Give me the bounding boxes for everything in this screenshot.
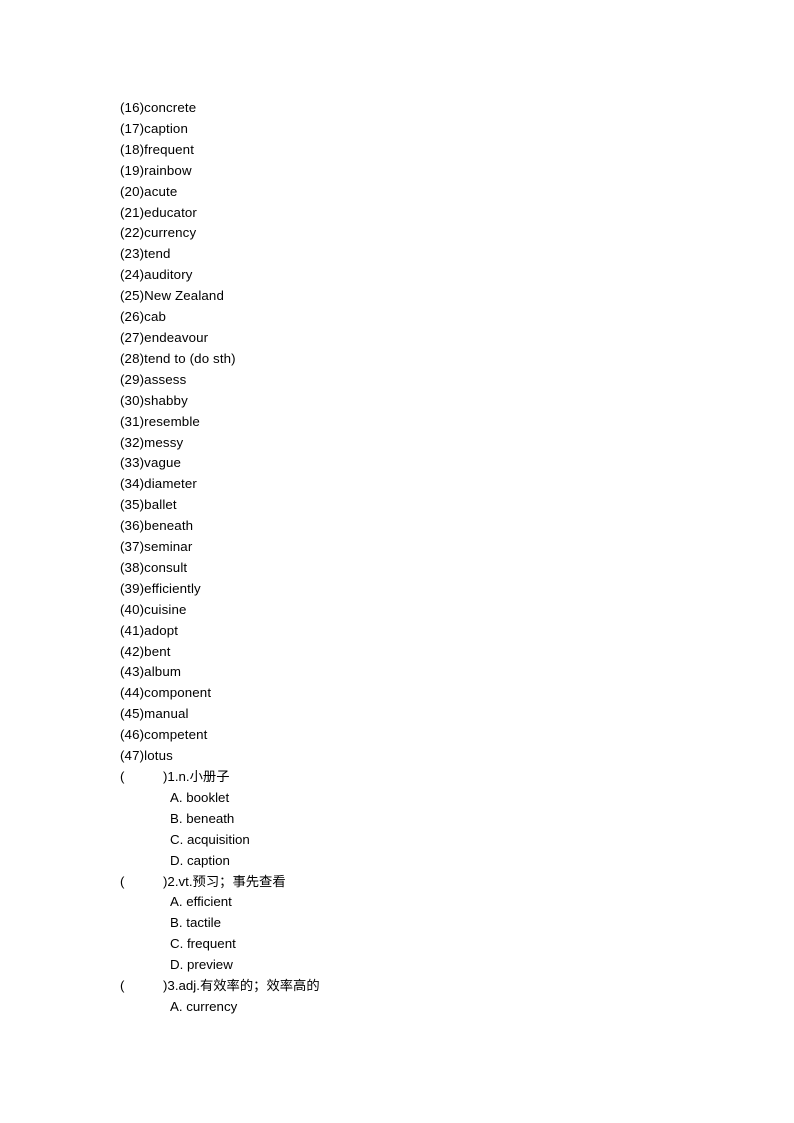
vocabulary-item: (43)album — [120, 664, 182, 680]
question-stem-text: )1.n.小册子 — [163, 769, 230, 784]
option-item[interactable]: D. caption — [120, 851, 720, 872]
vocabulary-item: (18)frequent — [120, 141, 195, 157]
vocabulary-item: (45)manual — [120, 706, 189, 722]
vocabulary-item: (24)auditory — [120, 267, 193, 283]
vocabulary-item: (23)tend — [120, 246, 171, 262]
vocabulary-item: (39)efficiently — [120, 580, 201, 596]
vocabulary-item: (38)consult — [120, 559, 188, 575]
vocabulary-item: (28)tend to (do sth) — [120, 350, 236, 366]
question-stem: ()3.adj.有效率的；效率高的 — [120, 976, 720, 997]
vocabulary-item: (17)caption — [120, 120, 188, 136]
vocabulary-item: (16)concrete — [120, 100, 197, 115]
vocabulary-item: (42)bent — [120, 643, 171, 659]
option-item[interactable]: D. preview — [120, 955, 720, 976]
option-item[interactable]: A. currency — [120, 997, 720, 1018]
question-section: ()1.n.小册子 A. booklet B. beneath C. acquisit… — [120, 767, 720, 1018]
vocabulary-item: (29)assess — [120, 371, 187, 387]
vocabulary-item: (26)cab — [120, 309, 167, 325]
option-item[interactable]: C. frequent — [120, 934, 720, 955]
vocabulary-item: (36)beneath — [120, 518, 194, 534]
vocabulary-item: (33)vague — [120, 455, 182, 471]
option-list: A. currency — [120, 997, 720, 1018]
option-list: A. booklet B. beneath C. acquisition D. cap… — [120, 788, 720, 872]
vocabulary-item: (32)messy — [120, 434, 184, 450]
question-block: ()3.adj.有效率的；效率高的 A. currency — [120, 976, 720, 1018]
question-stem-text: )3.adj.有效率的；效率高的 — [163, 978, 320, 994]
question-block: ()1.n.小册子 A. booklet B. beneath C. acquisit… — [120, 767, 720, 872]
vocabulary-item: (35)ballet — [120, 497, 177, 513]
question-stem: ()1.n.小册子 — [120, 767, 720, 788]
option-item[interactable]: C. acquisition — [120, 830, 720, 851]
option-item[interactable]: B. tactile — [120, 913, 720, 934]
vocabulary-item: (27)endeavour — [120, 329, 209, 345]
vocabulary-item: (47)lotus — [120, 748, 173, 764]
vocabulary-item: (41)adopt — [120, 622, 179, 638]
option-item[interactable]: A. efficient — [120, 892, 720, 913]
worksheet-page: (16)concrete (17)caption (18)frequent (19)r… — [0, 0, 794, 1123]
vocabulary-item: (22)currency — [120, 225, 197, 241]
vocabulary-item: (30)shabby — [120, 392, 188, 408]
vocabulary-item: (40)cuisine — [120, 601, 187, 617]
vocabulary-item: (25)New Zealand — [120, 288, 224, 304]
vocabulary-item: (46)competent — [120, 727, 208, 743]
answer-blank[interactable]: ( — [120, 767, 163, 788]
vocabulary-item: (19)rainbow — [120, 162, 192, 178]
vocabulary-item: (31)resemble — [120, 413, 200, 429]
option-item[interactable]: B. beneath — [120, 809, 720, 830]
answer-blank[interactable]: ( — [120, 872, 163, 893]
question-stem: ()2.vt.预习；事先查看 — [120, 872, 720, 893]
vocabulary-item: (21)educator — [120, 204, 197, 220]
question-block: ()2.vt.预习；事先查看 A. efficient B. tactile C. f… — [120, 872, 720, 977]
question-stem-text: )2.vt.预习；事先查看 — [163, 873, 286, 889]
vocabulary-word-list: (16)concrete (17)caption (18)frequent (19)r… — [120, 98, 720, 767]
option-list: A. efficient B. tactile C. frequent D. prev… — [120, 892, 720, 976]
option-item[interactable]: A. booklet — [120, 788, 720, 809]
worksheet-content: (16)concrete (17)caption (18)frequent (19)r… — [120, 98, 720, 1018]
answer-blank[interactable]: ( — [120, 976, 163, 997]
vocabulary-item: (20)acute — [120, 183, 178, 199]
vocabulary-item: (34)diameter — [120, 476, 197, 492]
vocabulary-item: (44)component — [120, 685, 212, 701]
vocabulary-item: (37)seminar — [120, 539, 193, 555]
